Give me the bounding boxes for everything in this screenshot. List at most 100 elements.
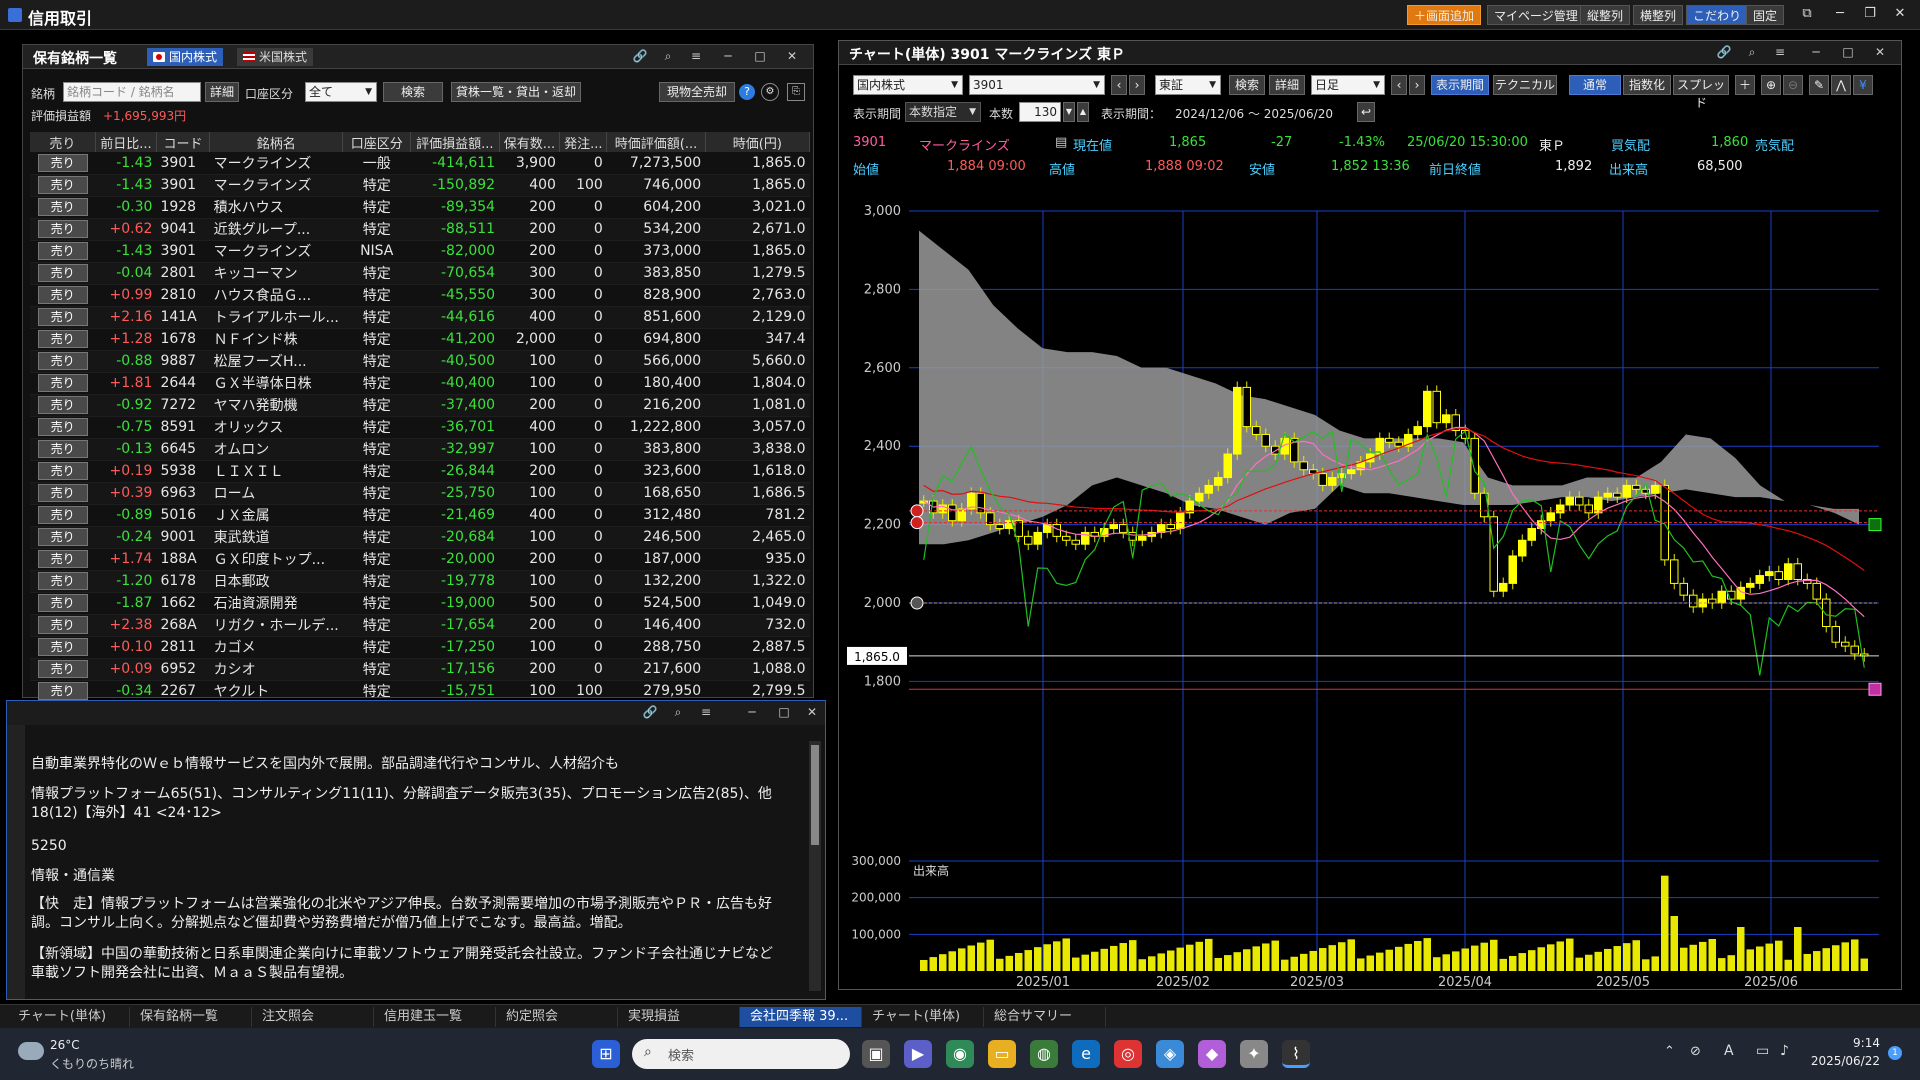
sell-button[interactable]: 売り <box>37 550 88 568</box>
next-period-icon[interactable]: › <box>1409 75 1425 95</box>
restore-icon[interactable]: ❐ <box>1857 4 1883 24</box>
sell-button[interactable]: 売り <box>37 176 88 194</box>
weather-icon[interactable] <box>18 1042 44 1060</box>
minimize-icon[interactable]: ─ <box>1807 45 1825 61</box>
menu-icon[interactable]: ≡ <box>1771 45 1789 61</box>
detail-button[interactable]: 詳細 <box>205 82 239 102</box>
sell-button[interactable]: 売り <box>37 660 88 678</box>
table-row[interactable]: 売り -0.89 5016 ＪＸ金属 特定 -21,469 400 0 312,480 781.2 <box>30 504 810 527</box>
notification-icon[interactable]: 1 <box>1888 1046 1902 1060</box>
tile-vertical-button[interactable]: 縦整列 <box>1580 5 1631 25</box>
close-icon[interactable]: ✕ <box>783 49 801 65</box>
windows-start-icon[interactable]: ⊞ <box>592 1040 620 1068</box>
col-account[interactable]: 口座区分 <box>342 132 412 152</box>
close-icon[interactable]: ✕ <box>803 705 821 721</box>
zoom-out-icon[interactable]: ⊖ <box>1783 75 1803 95</box>
table-row[interactable]: 売り +0.19 5938 ＬＩＸＩＬ 特定 -26,844 200 0 323,600 1,61… <box>30 460 810 483</box>
table-row[interactable]: 売り +0.10 2811 カゴメ 特定 -17,250 100 0 288,750 2,887.… <box>30 636 810 659</box>
sell-button[interactable]: 売り <box>37 462 88 480</box>
tile-horizontal-button[interactable]: 横整列 <box>1633 5 1684 25</box>
sell-button[interactable]: 売り <box>37 396 88 414</box>
pen-icon[interactable]: ✎ <box>1809 75 1829 95</box>
help-icon[interactable]: ? <box>739 84 755 100</box>
search-button[interactable]: 検索 <box>383 82 443 102</box>
tab-realized[interactable]: 実現損益 <box>618 1007 740 1027</box>
sell-button[interactable]: 売り <box>37 638 88 656</box>
search-icon[interactable]: ⌕ <box>1743 45 1761 61</box>
popout-icon[interactable]: ⧉ <box>1794 4 1820 24</box>
table-row[interactable]: 売り +1.81 2644 ＧＸ半導体日株 特定 -40,400 100 0 180,400 1,… <box>30 372 810 395</box>
minimize-icon[interactable]: ─ <box>719 49 737 65</box>
menu-icon[interactable]: ≡ <box>697 705 715 721</box>
table-row[interactable]: 売り -1.43 3901 マークラインズ 一般 -414,611 3,900 0 7,273,… <box>30 152 810 175</box>
lend-list-button[interactable]: 貸株一覧・貸出・返却 <box>451 82 581 102</box>
reset-range-icon[interactable]: ↩ <box>1357 102 1375 122</box>
col-pl[interactable]: 評価損益額... <box>410 132 500 152</box>
table-row[interactable]: 売り +2.38 268A リガク・ホールデ... 特定 -17,654 200 0 146,4… <box>30 614 810 637</box>
exchange-select[interactable]: 東証 ▼ <box>1155 75 1221 95</box>
bars-up-icon[interactable]: ▲ <box>1077 102 1089 122</box>
settings-icon[interactable]: ⚙ <box>761 83 779 101</box>
teams-icon[interactable]: ▶ <box>904 1040 932 1068</box>
sell-button[interactable]: 売り <box>37 682 88 700</box>
table-row[interactable]: 売り -0.34 2267 ヤクルト 特定 -15,751 100 100 279,950 2,7… <box>30 680 810 703</box>
tab-chart-3[interactable]: チャート(単体) 3... <box>862 1007 984 1044</box>
maximize-icon[interactable]: □ <box>1839 45 1857 61</box>
compare-icon[interactable]: ⋀ <box>1831 75 1851 95</box>
fix-button[interactable]: 固定 <box>1746 5 1785 25</box>
col-change[interactable]: 前日比... <box>95 132 157 152</box>
chrome-icon[interactable]: ◎ <box>1114 1040 1142 1068</box>
sell-all-button[interactable]: 現物全売却 <box>659 82 735 102</box>
table-row[interactable]: 売り +0.62 9041 近鉄グループ... 特定 -88,511 200 0 534,200… <box>30 218 810 241</box>
table-row[interactable]: 売り -0.88 9887 松屋フーズH... 特定 -40,500 100 0 566,000… <box>30 350 810 373</box>
candlestick-chart[interactable]: 3,000 2,800 2,600 2,400 2,200 2,000 1,800 2025/… <box>839 181 1901 989</box>
trading-app-icon[interactable]: ⌇ <box>1282 1040 1310 1068</box>
table-row[interactable]: 売り -0.30 1928 積水ハウス 特定 -89,354 200 0 604,200 3,02… <box>30 196 810 219</box>
link-icon[interactable]: 🔗 <box>641 705 659 721</box>
sell-button[interactable]: 売り <box>37 374 88 392</box>
sell-button[interactable]: 売り <box>37 352 88 370</box>
normal-button[interactable]: 通常 <box>1569 75 1621 95</box>
tab-executions[interactable]: 約定照会 <box>496 1007 618 1027</box>
sell-button[interactable]: 売り <box>37 440 88 458</box>
display-period-button[interactable]: 表示期間 <box>1431 75 1489 95</box>
table-row[interactable]: 売り -1.87 1662 石油資源開発 特定 -19,000 500 0 524,500 1,0… <box>30 592 810 615</box>
bars-input[interactable]: 130 <box>1019 102 1061 122</box>
memo-icon[interactable]: ▤ <box>1055 135 1067 150</box>
volume-icon[interactable]: ♪ <box>1780 1043 1789 1059</box>
sell-button[interactable]: 売り <box>37 616 88 634</box>
sell-button[interactable]: 売り <box>37 264 88 282</box>
table-row[interactable]: 売り -0.75 8591 オリックス 特定 -36,701 400 0 1,222,800 3,… <box>30 416 810 439</box>
browser-icon[interactable]: ◉ <box>946 1040 974 1068</box>
minimize-icon[interactable]: ─ <box>743 705 761 721</box>
spread-button[interactable]: スプレッド <box>1673 75 1729 110</box>
search-icon[interactable]: ⌕ <box>659 49 677 65</box>
sell-button[interactable]: 売り <box>37 484 88 502</box>
maximize-icon[interactable]: □ <box>775 705 793 721</box>
table-row[interactable]: 売り -0.92 7272 ヤマハ発動機 特定 -37,400 200 0 216,200 1,0… <box>30 394 810 417</box>
tab-shikiho[interactable]: 会社四季報 39... <box>740 1007 862 1027</box>
network-icon[interactable]: ⊘ <box>1690 1044 1701 1059</box>
chart-search-button[interactable]: 検索 <box>1229 75 1265 95</box>
technical-button[interactable]: テクニカル <box>1493 75 1557 95</box>
period-select[interactable]: 日足 ▼ <box>1311 75 1385 95</box>
market-select[interactable]: 国内株式 ▼ <box>853 75 963 95</box>
stock-search-field[interactable]: 銘柄コード / 銘柄名 <box>63 82 201 102</box>
col-code[interactable]: コード <box>156 132 211 152</box>
info-scrollbar[interactable] <box>809 741 821 991</box>
index-button[interactable]: 指数化 <box>1623 75 1671 95</box>
sell-button[interactable]: 売り <box>37 594 88 612</box>
account-select[interactable]: 全て ▼ <box>305 82 377 102</box>
minimize-icon[interactable]: ─ <box>1827 4 1853 24</box>
sell-button[interactable]: 売り <box>37 528 88 546</box>
sell-button[interactable]: 売り <box>37 286 88 304</box>
close-icon[interactable]: ✕ <box>1871 45 1889 61</box>
copy-icon[interactable]: ⎘ <box>787 83 805 101</box>
sell-button[interactable]: 売り <box>37 198 88 216</box>
task-view-icon[interactable]: ▣ <box>862 1040 890 1068</box>
map-icon[interactable]: ◈ <box>1156 1040 1184 1068</box>
menu-icon[interactable]: ≡ <box>687 49 705 65</box>
col-price[interactable]: 時価(円) <box>705 132 811 152</box>
yen-icon[interactable]: ¥ <box>1853 75 1873 95</box>
taskbar-search[interactable]: ⌕ 検索 <box>632 1039 850 1069</box>
